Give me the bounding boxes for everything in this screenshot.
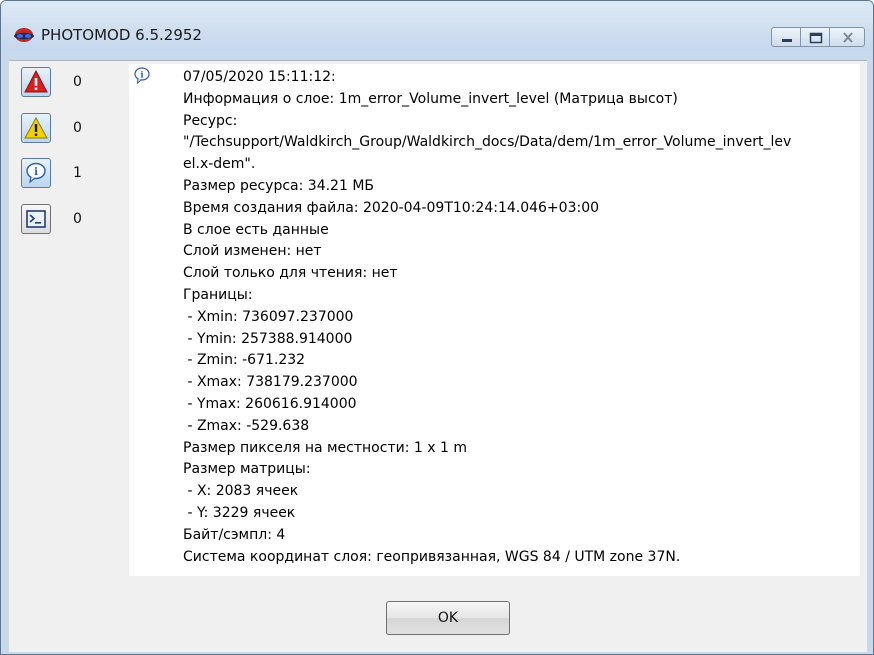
info-icon: i [26,162,46,184]
log-line: - Xmin: 736097.237000 [183,308,354,325]
log-line: Слой изменен: нет [183,243,322,260]
log-line: Байт/сэмпл: 4 [183,526,286,543]
warning-count: 0 [73,120,82,136]
svg-text:i: i [34,167,38,178]
log-line: Слой только для чтения: нет [183,265,398,282]
log-line: - Ymin: 257388.914000 [183,330,353,347]
console-icon [26,210,46,228]
window-title: PHOTOMOD 6.5.2952 [41,26,202,44]
info-count: 1 [73,165,82,181]
warning-filter-button[interactable] [21,113,51,143]
window-controls [771,27,865,47]
log-line: Границы: [183,286,253,303]
log-entry: 07/05/2020 15:11:12: Информация о слое: … [183,67,855,568]
title-bar[interactable]: PHOTOMOD 6.5.2952 [1,1,873,51]
log-line: Размер матрицы: [183,461,311,478]
maximize-button[interactable] [800,27,830,47]
close-button[interactable] [829,27,865,47]
console-filter: 0 [21,204,141,236]
info-filter: i 1 [21,158,141,190]
close-icon [843,32,853,43]
warning-icon [24,116,48,139]
error-filter-button[interactable] [21,67,51,97]
minimize-icon [782,39,792,42]
error-count: 0 [73,74,82,90]
message-log[interactable]: i 07/05/2020 15:11:12: Информация о слое… [129,64,860,576]
log-line: В слое есть данные [183,221,329,238]
log-line: - Zmax: -529.638 [183,417,310,434]
photomod-logo-icon [14,28,34,42]
log-line: Размер пикселя на местности: 1 x 1 m [183,439,467,456]
info-icon: i [134,67,150,84]
log-line: - Ymax: 260616.914000 [183,395,357,412]
error-icon [24,69,48,93]
log-line: el.x-dem". [183,156,256,173]
info-filter-button[interactable]: i [21,158,51,188]
log-line: Ресурс: [183,112,238,129]
console-count: 0 [73,211,82,227]
log-line: - Zmin: -671.232 [183,352,306,369]
log-line: Размер ресурса: 34.21 МБ [183,177,375,194]
log-line: Система координат слоя: геопривязанная, … [183,548,681,565]
ok-button[interactable]: OK [386,601,510,635]
log-line: 07/05/2020 15:11:12: [183,69,336,85]
log-line: - Xmax: 738179.237000 [183,374,358,391]
minimize-button[interactable] [771,27,801,47]
warning-filter: 0 [21,113,141,145]
log-line: - X: 2083 ячеек [183,483,299,500]
log-line: Информация о слое: 1m_error_Volume_inver… [183,90,678,107]
log-line: Время создания файла: 2020-04-09T10:24:1… [183,199,600,216]
maximize-icon [809,32,823,44]
dialog-window: PHOTOMOD 6.5.2952 0 0 i 1 0 i 07/05/2020… [0,0,874,655]
error-filter: 0 [21,67,141,99]
dialog-body: 0 0 i 1 0 i 07/05/2020 15:11:12: Информа… [9,60,867,652]
log-line: "/Techsupport/Waldkirch_Group/Waldkirch_… [183,134,792,151]
log-line: - Y: 3229 ячеек [183,504,296,521]
console-filter-button[interactable] [21,204,51,234]
